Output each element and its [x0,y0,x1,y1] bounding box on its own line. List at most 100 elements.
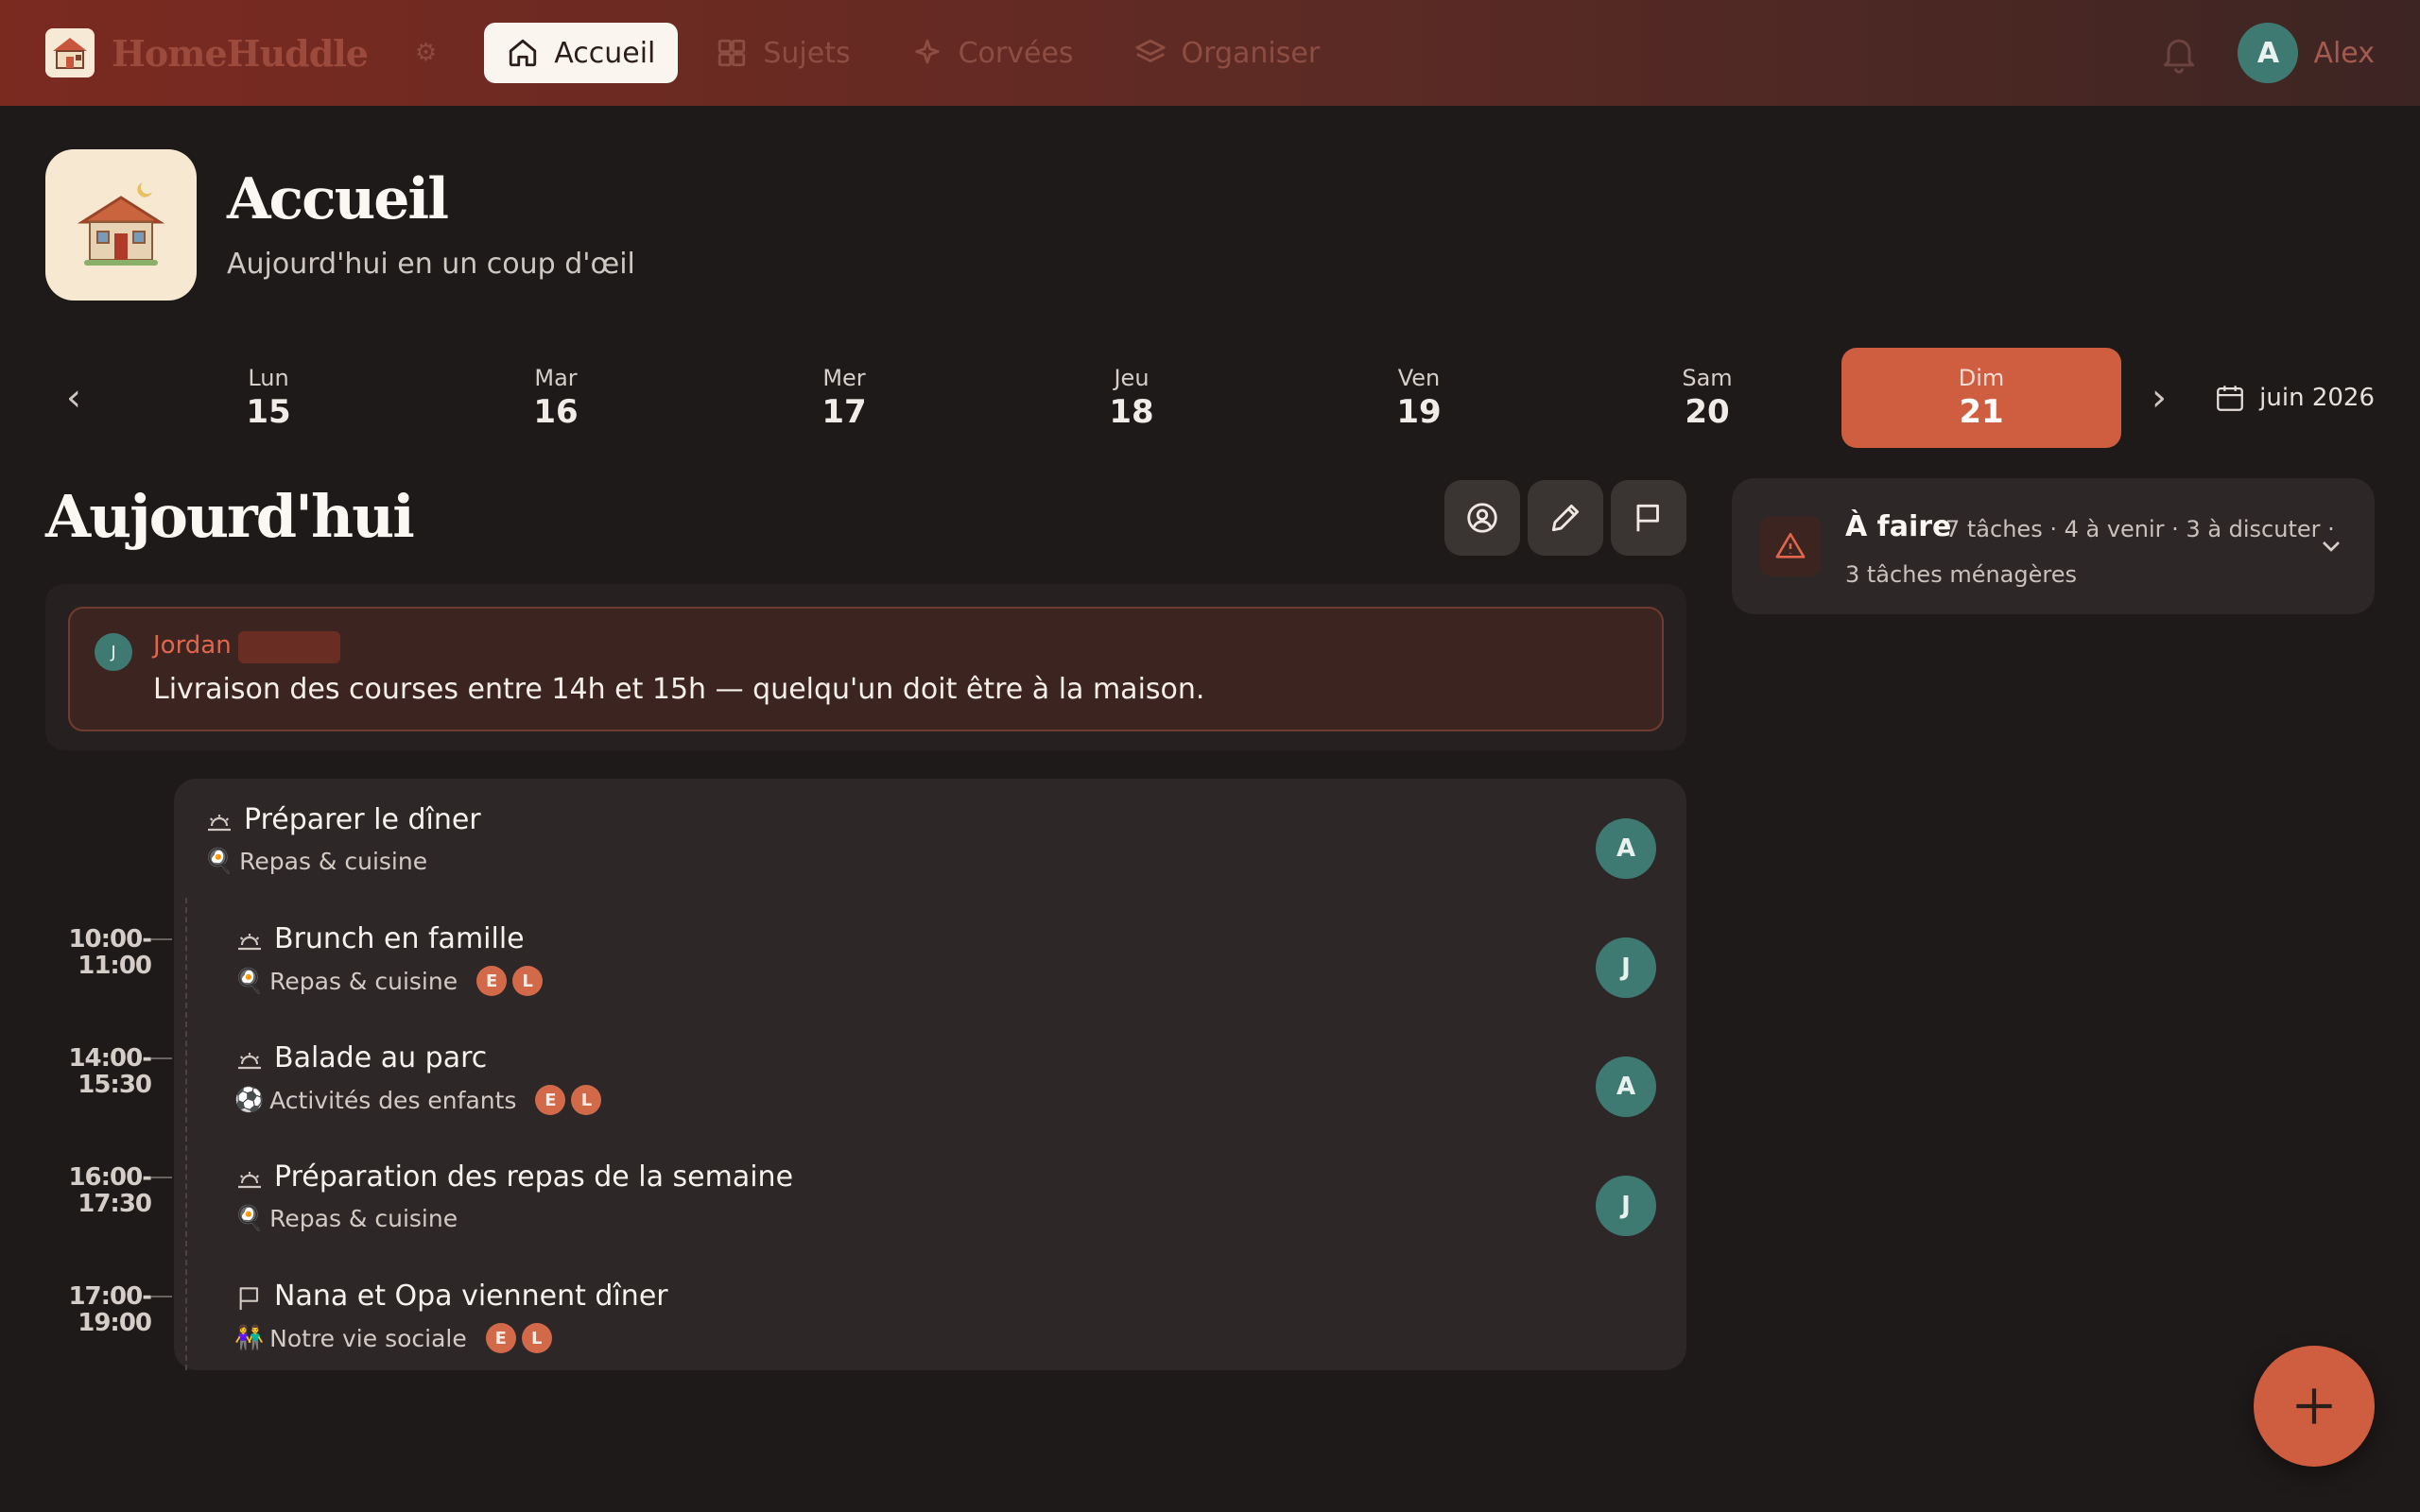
day-jeu[interactable]: Jeu 18 [992,348,1271,448]
time-end: 15:30 [78,1071,152,1099]
sparkle-icon [914,39,940,64]
time-start: 16:00- [68,1163,152,1192]
category-emoji: 🍳 [234,1204,265,1231]
event-category: 👫 Notre vie sociale E L [234,1323,552,1353]
participant-chip[interactable]: E [476,966,508,996]
day-mar[interactable]: Mar 16 [416,348,696,448]
user-area: A Alex [2158,23,2375,83]
participant-chip[interactable]: E [485,1323,516,1353]
time-start: 17:00- [68,1282,152,1311]
warning-icon [1760,516,1821,576]
event-title: Préparation des repas de la semaine [274,1160,794,1194]
time-end: 19:00 [78,1309,152,1337]
day-sam[interactable]: Sam 20 [1567,348,1847,448]
event-item[interactable]: Nana et Opa viennent dîner 👫 Notre vie s… [234,1270,1690,1374]
sunrise-icon [238,934,261,951]
edit-button[interactable] [1528,480,1603,556]
category-emoji: 👫 [234,1324,265,1351]
flag-button[interactable] [1611,480,1686,556]
timeline-line [185,898,187,1370]
timeline-tick [151,1296,172,1297]
todo-title: À faire [1845,510,1952,543]
layers-icon [1134,39,1166,62]
time-label: 16:00- 17:30 [45,1163,152,1218]
section-title: Aujourd'hui [45,482,415,551]
event-category: 🍳 Repas & cuisine [234,1204,458,1232]
home-icon [510,39,537,67]
nav-item-accueil[interactable]: Accueil [484,23,679,83]
pencil-icon [1551,504,1580,532]
month-picker[interactable]: juin 2026 [2214,348,2375,448]
participant-chip[interactable]: L [571,1085,602,1115]
time-end: 17:30 [78,1190,152,1218]
event-category: ⚽ Activités des enfants E L [234,1085,602,1115]
event-category: 🍳 Repas & cuisine [204,847,427,875]
bell-icon[interactable] [2158,32,2200,74]
user-circle-icon [1467,503,1497,533]
week-strip: ‹ Lun 15 Mar 16 Mer 17 Jeu 18 Ven 19 Sam… [45,348,2375,448]
assignee-avatar[interactable]: J [1596,937,1656,998]
chevron-left-icon[interactable]: ‹ [45,348,102,448]
month-label: juin 2026 [2259,384,2375,412]
day-number: 17 [821,393,867,431]
page-subtitle: Aujourd'hui en un coup d'œil [227,248,635,281]
day-mer[interactable]: Mer 17 [704,348,984,448]
page-title: Accueil [227,166,449,232]
category-emoji: 🍳 [204,847,234,874]
time-label: 17:00- 19:00 [45,1282,152,1337]
day-name: Sam [1682,365,1733,391]
day-number: 19 [1396,393,1442,431]
filter-person-button[interactable] [1444,480,1520,556]
plus-icon [2296,1388,2332,1424]
day-name: Mer [822,365,866,391]
event-title: Nana et Opa viennent dîner [274,1280,668,1313]
participant-chip[interactable]: L [521,1323,552,1353]
category-label: Repas & cuisine [239,847,428,875]
category-label: Activités des enfants [269,1086,517,1114]
chevron-down-icon[interactable] [2316,531,2346,561]
flag-icon [1636,504,1659,532]
day-lun[interactable]: Lun 15 [129,348,408,448]
nav-item-sujets[interactable]: Sujets [693,23,873,83]
time-start: 14:00- [68,1044,152,1073]
user-name[interactable]: Alex [2313,37,2375,70]
event-item[interactable]: Balade au parc ⚽ Activités des enfants E… [234,1032,1690,1136]
nav-label: Organiser [1181,36,1321,70]
nav-item-organiser[interactable]: Organiser [1112,23,1343,83]
note-author: Jordan [153,631,232,660]
calendar-icon [2217,386,2244,411]
add-button[interactable] [2254,1346,2375,1467]
todo-summary: 7 tâches · 4 à venir · 3 à discuter · [1945,516,2335,542]
event-item[interactable]: Préparation des repas de la semaine 🍳 Re… [234,1151,1690,1255]
day-dim-selected[interactable]: Dim 21 [1841,348,2121,448]
note-author-avatar: J [95,633,132,671]
main-nav: Accueil Sujets Corvées Organiser [484,23,1342,83]
sunrise-icon [238,1053,261,1070]
todo-summary-card[interactable]: À faire 7 tâches · 4 à venir · 3 à discu… [1732,478,2375,614]
todo-summary-continued: 3 tâches ménagères [1845,561,2077,588]
day-ven[interactable]: Ven 19 [1279,348,1559,448]
event-item[interactable]: Préparer le dîner 🍳 Repas & cuisine A [204,794,1660,898]
nav-item-corvees[interactable]: Corvées [889,23,1097,83]
nav-label: Accueil [554,36,656,70]
day-number: 20 [1685,393,1730,431]
app-logo[interactable] [45,28,95,77]
participant-chip[interactable]: L [512,966,544,996]
day-number: 16 [533,393,579,431]
user-avatar[interactable]: A [2238,23,2299,83]
assignee-avatar[interactable]: A [1596,818,1656,879]
assignee-avatar[interactable]: J [1596,1176,1656,1236]
event-item[interactable]: Brunch en famille 🍳 Repas & cuisine E L … [234,913,1690,1017]
note-tag [238,631,340,663]
chevron-right-icon[interactable]: › [2131,348,2187,448]
sunrise-icon [208,815,231,832]
cottage-icon [77,182,165,266]
assignee-avatar[interactable]: A [1596,1057,1656,1117]
day-number: 15 [246,393,291,431]
participant-chip[interactable]: E [535,1085,566,1115]
note-card[interactable]: J Jordan Livraison des courses entre 14h… [68,607,1664,731]
event-title: Brunch en famille [274,922,525,955]
house-logo-icon [53,38,87,69]
gear-icon[interactable]: ⚙ [415,39,437,67]
timeline-tick [151,938,172,940]
